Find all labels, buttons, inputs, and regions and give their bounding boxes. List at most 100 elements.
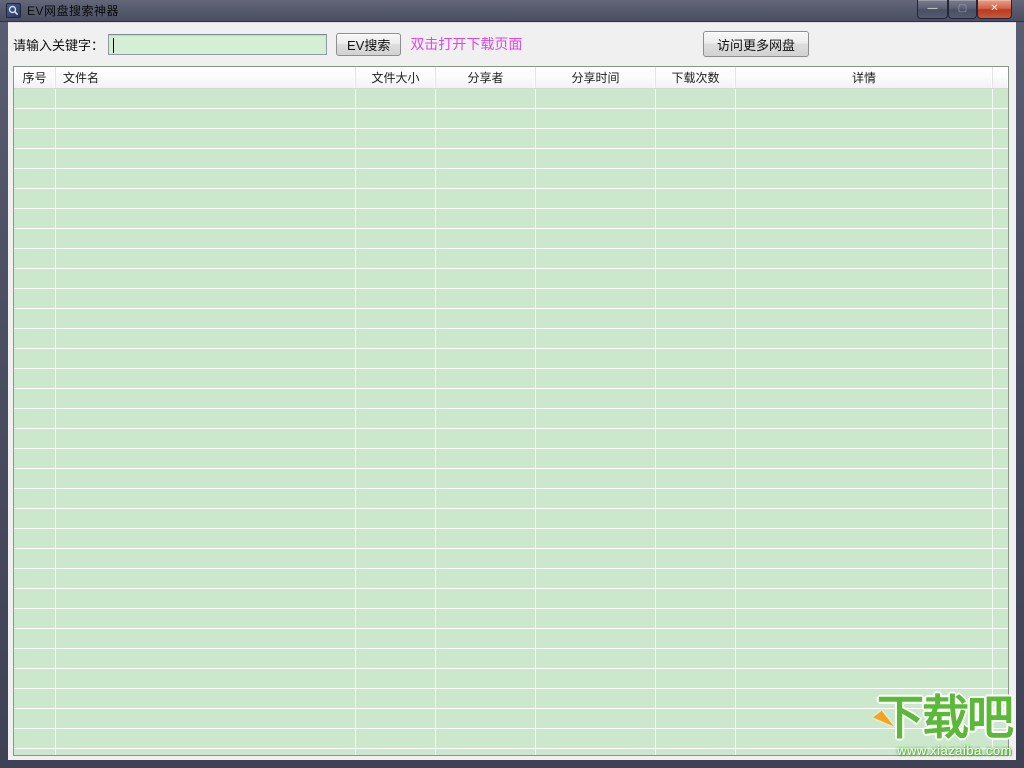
maximize-button[interactable]: ▢ bbox=[948, 0, 977, 19]
table-row[interactable] bbox=[14, 509, 1008, 529]
table-cell-1 bbox=[56, 469, 356, 488]
table-cell-6 bbox=[736, 249, 993, 268]
table-cell-0 bbox=[14, 129, 56, 148]
table-cell-0 bbox=[14, 149, 56, 168]
table-row[interactable] bbox=[14, 529, 1008, 549]
client-area: 请输入关键字： EV搜索 双击打开下载页面 访问更多网盘 序号文件名文件大小分享… bbox=[8, 22, 1016, 760]
table-row[interactable] bbox=[14, 449, 1008, 469]
header-cell-3[interactable]: 分享者 bbox=[436, 67, 536, 88]
table-cell-1 bbox=[56, 129, 356, 148]
table-cell-4 bbox=[536, 369, 656, 388]
table-cell-7 bbox=[993, 249, 1008, 268]
header-cell-5[interactable]: 下载次数 bbox=[656, 67, 736, 88]
header-cell-4[interactable]: 分享时间 bbox=[536, 67, 656, 88]
header-cell-0[interactable]: 序号 bbox=[14, 67, 56, 88]
table-cell-0 bbox=[14, 529, 56, 548]
table-row[interactable] bbox=[14, 649, 1008, 669]
table-cell-1 bbox=[56, 669, 356, 688]
table-row[interactable] bbox=[14, 349, 1008, 369]
table-cell-2 bbox=[356, 429, 436, 448]
table-row[interactable] bbox=[14, 409, 1008, 429]
table-row[interactable] bbox=[14, 229, 1008, 249]
table-row[interactable] bbox=[14, 549, 1008, 569]
table-row[interactable] bbox=[14, 389, 1008, 409]
table-cell-3 bbox=[436, 229, 536, 248]
table-cell-6 bbox=[736, 569, 993, 588]
table-cell-4 bbox=[536, 309, 656, 328]
minimize-button[interactable]: — bbox=[917, 0, 948, 19]
more-netdisks-button[interactable]: 访问更多网盘 bbox=[703, 31, 809, 57]
table-cell-3 bbox=[436, 469, 536, 488]
table-cell-3 bbox=[436, 289, 536, 308]
table-cell-4 bbox=[536, 669, 656, 688]
table-row[interactable] bbox=[14, 289, 1008, 309]
table-row[interactable] bbox=[14, 749, 1008, 756]
header-cell-2[interactable]: 文件大小 bbox=[356, 67, 436, 88]
table-cell-5 bbox=[656, 89, 736, 108]
table-cell-0 bbox=[14, 589, 56, 608]
table-cell-6 bbox=[736, 169, 993, 188]
table-row[interactable] bbox=[14, 369, 1008, 389]
table-cell-6 bbox=[736, 509, 993, 528]
table-cell-1 bbox=[56, 529, 356, 548]
table-row[interactable] bbox=[14, 469, 1008, 489]
table-row[interactable] bbox=[14, 329, 1008, 349]
table-cell-2 bbox=[356, 209, 436, 228]
table-row[interactable] bbox=[14, 709, 1008, 729]
table-cell-3 bbox=[436, 389, 536, 408]
table-cell-1 bbox=[56, 589, 356, 608]
table-cell-0 bbox=[14, 309, 56, 328]
double-click-hint: 双击打开下载页面 bbox=[410, 34, 522, 54]
table-row[interactable] bbox=[14, 189, 1008, 209]
table-row[interactable] bbox=[14, 269, 1008, 289]
table-cell-7 bbox=[993, 189, 1008, 208]
table-cell-4 bbox=[536, 109, 656, 128]
table-row[interactable] bbox=[14, 309, 1008, 329]
table-cell-0 bbox=[14, 229, 56, 248]
table-cell-5 bbox=[656, 129, 736, 148]
table-cell-7 bbox=[993, 149, 1008, 168]
table-cell-0 bbox=[14, 729, 56, 748]
table-row[interactable] bbox=[14, 489, 1008, 509]
table-cell-7 bbox=[993, 589, 1008, 608]
table-row[interactable] bbox=[14, 569, 1008, 589]
app-window: { "window": { "title": "EV网盘搜索神器", "cont… bbox=[0, 0, 1024, 768]
table-row[interactable] bbox=[14, 169, 1008, 189]
table-cell-2 bbox=[356, 669, 436, 688]
table-body bbox=[14, 89, 1008, 756]
table-cell-7 bbox=[993, 729, 1008, 748]
table-row[interactable] bbox=[14, 209, 1008, 229]
header-cell-6[interactable]: 详情 bbox=[736, 67, 993, 88]
keyword-input[interactable] bbox=[109, 35, 326, 54]
table-cell-2 bbox=[356, 709, 436, 728]
table-row[interactable] bbox=[14, 589, 1008, 609]
table-row[interactable] bbox=[14, 149, 1008, 169]
header-cell-7 bbox=[993, 67, 1008, 88]
table-cell-0 bbox=[14, 669, 56, 688]
ev-search-button[interactable]: EV搜索 bbox=[336, 33, 401, 56]
header-cell-1[interactable]: 文件名 bbox=[56, 67, 356, 88]
table-row[interactable] bbox=[14, 249, 1008, 269]
table-row[interactable] bbox=[14, 729, 1008, 749]
table-cell-6 bbox=[736, 429, 993, 448]
table-cell-1 bbox=[56, 209, 356, 228]
table-row[interactable] bbox=[14, 429, 1008, 449]
table-cell-2 bbox=[356, 589, 436, 608]
table-row[interactable] bbox=[14, 89, 1008, 109]
table-cell-5 bbox=[656, 149, 736, 168]
table-row[interactable] bbox=[14, 669, 1008, 689]
table-cell-7 bbox=[993, 349, 1008, 368]
table-row[interactable] bbox=[14, 109, 1008, 129]
table-cell-4 bbox=[536, 589, 656, 608]
table-cell-6 bbox=[736, 149, 993, 168]
table-row[interactable] bbox=[14, 629, 1008, 649]
close-button[interactable]: ✕ bbox=[977, 0, 1012, 19]
table-cell-5 bbox=[656, 569, 736, 588]
table-cell-6 bbox=[736, 449, 993, 468]
title-bar[interactable]: EV网盘搜索神器 — ▢ ✕ bbox=[0, 0, 1024, 22]
table-row[interactable] bbox=[14, 609, 1008, 629]
table-row[interactable] bbox=[14, 689, 1008, 709]
table-cell-2 bbox=[356, 549, 436, 568]
table-cell-5 bbox=[656, 429, 736, 448]
table-row[interactable] bbox=[14, 129, 1008, 149]
